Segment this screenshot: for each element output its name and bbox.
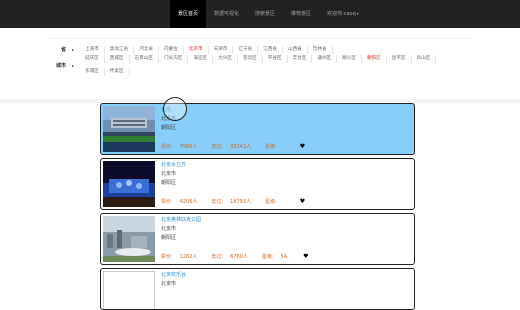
city-option[interactable]: 海淀区 xyxy=(188,55,214,63)
visits-stat: 去过: 6760人 xyxy=(211,254,248,260)
city-filter-row: 城市 ▸ 延庆区 西城区 石景山区 门头沟区 海淀区 大兴区 密云区 平谷区 丰台区 通州区 顺义区… xyxy=(50,55,460,76)
city-option[interactable]: 昌平区 xyxy=(387,55,412,63)
city-filter-label: 城市 xyxy=(55,63,66,69)
result-card[interactable]: 北京水立方 北京市 朝阳区 票价: 4206人 去过: 18793人 星级: ♥ xyxy=(100,158,415,210)
city-option[interactable]: 西城区 xyxy=(105,55,130,63)
nav-home[interactable]: 景区首页 xyxy=(170,0,207,28)
city-options: 延庆区 西城区 石景山区 门头沟区 海淀区 大兴区 密云区 平谷区 丰台区 通州区 顺义区 朝阳区 昌平… xyxy=(80,53,460,79)
heart-icon[interactable]: ♥ xyxy=(303,253,308,260)
broken-image-icon xyxy=(103,271,155,309)
price-stat: 票价: 4206人 xyxy=(161,199,198,205)
scenic-thumbnail xyxy=(103,161,155,207)
scenic-name[interactable]: 北京奥林匹克公园 xyxy=(161,216,411,225)
scenic-stats: 票价: 1282人 去过: 6760人 星级: 5A ♥ xyxy=(161,253,316,260)
result-card[interactable]: 北京奥林匹克公园 北京市 朝阳区 票价: 1282人 去过: 6760人 星级: 5A… xyxy=(100,213,415,265)
scenic-district: 朝阳区 xyxy=(161,125,177,131)
top-navbar: 景区首页 数据可视化 搜索景区 推荐景区 欢迎你:caoq▾ xyxy=(0,0,520,28)
scenic-city: 北京市 xyxy=(161,171,177,177)
scenic-city: 北京市 xyxy=(161,281,177,287)
arrow-right-icon: ▸ xyxy=(71,63,74,68)
arrow-right-icon: ▸ xyxy=(71,47,74,52)
city-option[interactable]: 通州区 xyxy=(312,55,338,63)
stars-stat: 星级: xyxy=(265,144,277,150)
nav-search[interactable]: 搜索景区 xyxy=(247,0,283,28)
nav-recommend[interactable]: 推荐景区 xyxy=(283,0,319,28)
city-option[interactable]: 大兴区 xyxy=(213,55,238,63)
scenic-city: 北京市 xyxy=(161,116,177,122)
city-option[interactable]: 东城区 xyxy=(80,68,105,76)
scenic-stats: 票价: 7565人 去过: 39242人 星级: ♥ xyxy=(161,143,312,150)
user-greeting: 欢迎你:caoq xyxy=(327,11,356,17)
scenic-district: 朝阳区 xyxy=(161,235,177,241)
city-option[interactable]: 平谷区 xyxy=(263,55,288,63)
city-option[interactable]: 朝阳区 xyxy=(362,55,387,63)
scenic-city: 北京市 xyxy=(161,226,177,232)
city-option[interactable]: 顺义区 xyxy=(337,55,362,63)
province-filter-label: 省 xyxy=(60,47,66,53)
visits-stat: 去过: 39242人 xyxy=(211,144,252,150)
scenic-thumbnail xyxy=(103,216,155,262)
city-option[interactable]: 门头沟区 xyxy=(159,55,189,63)
caret-down-icon: ▾ xyxy=(356,11,359,16)
scenic-name[interactable]: 北京欢乐谷 xyxy=(161,271,411,280)
city-option[interactable]: 怀柔区 xyxy=(105,68,130,76)
visits-stat: 去过: 18793人 xyxy=(211,199,252,205)
heart-icon[interactable]: ♥ xyxy=(300,198,305,205)
stars-stat: 星级: 5A xyxy=(261,254,288,260)
nav-data-visualization[interactable]: 数据可视化 xyxy=(206,0,247,28)
scenic-name[interactable]: 北京... xyxy=(161,106,411,115)
stars-stat: 星级: xyxy=(265,199,277,205)
heart-icon[interactable]: ♥ xyxy=(300,143,305,150)
city-option[interactable]: 石景山区 xyxy=(130,55,159,63)
top-nav-menu: 景区首页 数据可视化 搜索景区 推荐景区 欢迎你:caoq▾ xyxy=(170,0,367,28)
result-card[interactable]: 北京欢乐谷 北京市 xyxy=(100,268,415,310)
scenic-name[interactable]: 北京水立方 xyxy=(161,161,411,170)
city-option[interactable]: 密云区 xyxy=(238,55,263,63)
mouse-cursor-indicator xyxy=(163,97,187,121)
nav-user-menu[interactable]: 欢迎你:caoq▾ xyxy=(319,0,367,28)
price-stat: 票价: 7565人 xyxy=(161,144,198,150)
scenic-district: 朝阳区 xyxy=(161,180,177,186)
city-option[interactable]: 延庆区 xyxy=(80,55,105,63)
city-option[interactable]: 丰台区 xyxy=(288,55,313,63)
city-option[interactable]: 房山区 xyxy=(412,55,437,63)
scenic-stats: 票价: 4206人 去过: 18793人 星级: ♥ xyxy=(161,198,312,205)
price-stat: 票价: 1282人 xyxy=(161,254,198,260)
result-card[interactable]: 北京... 北京市 朝阳区 票价: 7565人 去过: 39242人 星级: ♥ xyxy=(100,103,415,155)
filter-panel: 省 ▸ 上海市 黑龙江省 河北省 内蒙古 北京市 天津市 辽宁省 江西省 山西省 吉林省 城市 ▸… xyxy=(50,38,470,102)
scenic-thumbnail xyxy=(103,106,155,152)
